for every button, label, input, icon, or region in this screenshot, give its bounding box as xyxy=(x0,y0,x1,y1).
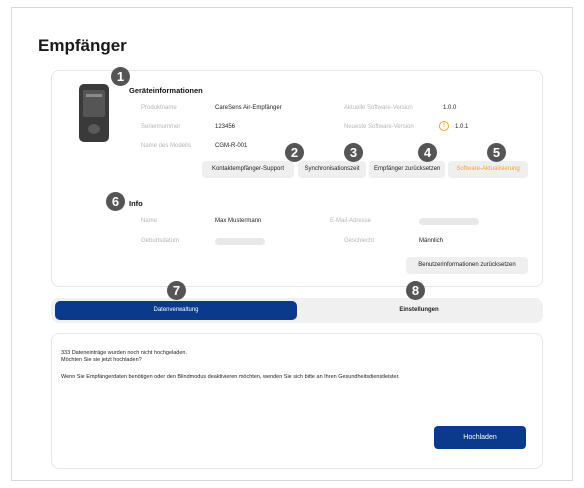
tab-settings[interactable]: Einstellungen xyxy=(299,301,539,320)
page-title: Empfänger xyxy=(38,36,127,55)
contact-provider-text: Wenn Sie Empfängerdaten benötigen oder d… xyxy=(61,374,400,380)
callout-marker-5: 5 xyxy=(487,143,506,162)
name-label: Name xyxy=(141,218,158,224)
sync-time-button[interactable]: Synchronisationszeit xyxy=(298,161,366,178)
current-sw-value: 1.0.0 xyxy=(443,105,457,111)
serial-label: Seriennummer xyxy=(141,124,181,130)
callout-marker-4: 4 xyxy=(418,143,437,162)
tab-data-management[interactable]: Datenverwaltung xyxy=(55,301,297,320)
callout-marker-8: 8 xyxy=(406,281,425,300)
model-value: CGM-R-001 xyxy=(215,143,248,149)
software-update-button[interactable]: Software-Aktualisierung xyxy=(448,161,528,178)
gender-label: Geschlecht xyxy=(344,238,375,244)
product-name-value: CareSens Air-Empfänger xyxy=(215,105,282,111)
reset-receiver-button[interactable]: Empfänger zurücksetzen xyxy=(369,161,445,178)
current-sw-label: Aktuelle Software-Version xyxy=(344,105,413,111)
contact-support-button[interactable]: Kontaktempfänger-Support xyxy=(202,161,294,178)
gender-value: Männlich xyxy=(419,238,444,244)
info-title: Info xyxy=(129,199,143,208)
callout-marker-1: 1 xyxy=(111,67,130,86)
callout-marker-2: 2 xyxy=(285,143,304,162)
latest-sw-value: 1.0.1 xyxy=(455,124,469,130)
email-label: E-Mail-Adresse xyxy=(330,218,372,224)
product-name-label: Produktname xyxy=(141,105,177,111)
device-info-title: Geräteinformationen xyxy=(129,86,203,95)
tab-bar: Datenverwaltung Einstellungen xyxy=(51,298,543,323)
reset-user-info-button[interactable]: Benutzerinformationen zurücksetzen xyxy=(406,257,528,274)
name-value: Max Mustermann xyxy=(215,218,262,224)
serial-value: 123456 xyxy=(215,124,236,130)
birthdate-value-placeholder xyxy=(215,238,265,245)
upload-question-text: Möchten Sie sie jetzt hochladen? xyxy=(61,357,142,363)
callout-marker-6: 6 xyxy=(106,192,125,211)
email-value-placeholder xyxy=(419,218,479,225)
latest-sw-label: Neueste Software-Version xyxy=(344,124,414,130)
warning-icon: ! xyxy=(439,121,449,131)
upload-button[interactable]: Hochladen xyxy=(434,426,526,449)
pending-uploads-text: 333 Dateneinträge wurden noch nicht hoch… xyxy=(61,350,187,356)
model-label: Name des Modells xyxy=(141,143,191,149)
device-info-card xyxy=(51,70,543,287)
birthdate-label: Geburtsdatum xyxy=(141,238,180,244)
receiver-device-icon xyxy=(79,84,109,142)
callout-marker-7: 7 xyxy=(167,281,186,300)
callout-marker-3: 3 xyxy=(344,143,363,162)
